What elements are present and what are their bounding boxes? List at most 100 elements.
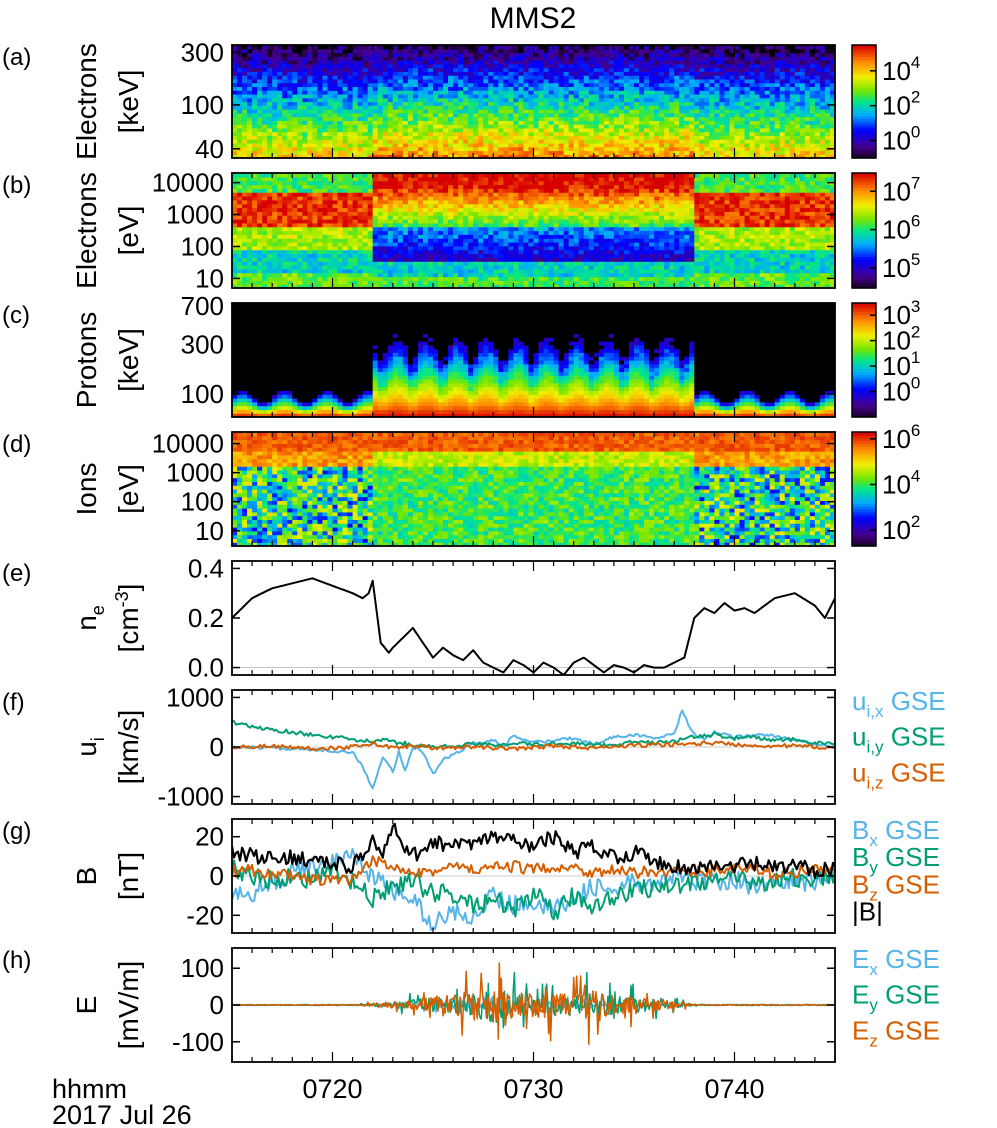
spectrogram-cell (352, 78, 359, 84)
spectrogram-cell (799, 116, 806, 121)
spectrogram-cell (392, 139, 399, 144)
spectrogram-cell (503, 82, 509, 88)
spectrogram-cell (498, 60, 504, 65)
spectrogram-cell (704, 116, 710, 121)
spectrogram-cell (337, 242, 344, 247)
spectrogram-cell (297, 280, 303, 285)
spectrogram-cell (307, 238, 314, 243)
spectrogram-cell (322, 196, 329, 201)
spectrogram-cell (262, 93, 268, 99)
spectrogram-cell (302, 105, 308, 110)
spectrogram-cell (412, 127, 419, 133)
spectrogram-cell (674, 75, 680, 80)
spectrogram-cell (312, 192, 319, 197)
spectrogram-cell (538, 97, 545, 103)
spectrogram-cell (578, 90, 585, 95)
spectrogram-cell (402, 109, 409, 114)
spectrogram-cell (402, 101, 409, 106)
spectrogram-cell (443, 105, 449, 110)
spectrogram-cell (488, 131, 494, 136)
spectrogram-cell (759, 142, 766, 148)
spectrogram-cell (498, 101, 504, 106)
spectrogram-cell (347, 78, 354, 84)
spectrogram-cell (262, 101, 268, 106)
spectrogram-cell (684, 71, 690, 76)
spectrogram-cell (307, 211, 314, 216)
spectrogram-cell (468, 120, 474, 125)
spectrogram-cell (553, 142, 560, 148)
spectrogram-cell (252, 176, 258, 182)
spectrogram-cell (779, 97, 786, 103)
spectrogram-cell (412, 82, 419, 88)
spectrogram-cell (367, 245, 374, 251)
spectrogram-cell (739, 90, 746, 95)
spectrogram-cell (397, 71, 404, 76)
spectrogram-cell (307, 261, 314, 266)
spectrogram-cell (302, 188, 308, 193)
spectrogram-cell (247, 261, 253, 266)
spectrogram-cell (302, 75, 308, 80)
spectrogram-cell (433, 219, 439, 224)
spectrogram-cell (317, 268, 324, 274)
spectrogram-cell (387, 196, 394, 201)
spectrogram-cell (367, 207, 374, 212)
spectrogram-cell (809, 90, 816, 95)
spectrogram-cell (402, 253, 409, 258)
spectrogram-cell (282, 90, 288, 95)
spectrogram-cell (352, 116, 359, 121)
spectrogram-cell (247, 101, 253, 106)
spectrogram-cell (262, 75, 268, 80)
spectrogram-cell (739, 82, 746, 88)
spectrogram-cell (749, 146, 756, 152)
spectrogram-cell (337, 56, 344, 61)
spectrogram-cell (342, 257, 349, 262)
spectrogram-cell (704, 78, 710, 84)
spectrogram-cell (468, 139, 474, 144)
spectrogram-cell (483, 82, 489, 88)
spectrogram-cell (352, 196, 359, 201)
spectrogram-cell (518, 105, 525, 110)
spectrogram-cell (664, 93, 670, 99)
spectrogram-cell (508, 135, 515, 140)
spectrogram-cell (372, 215, 379, 220)
spectrogram-cell (714, 109, 721, 114)
spectrogram-cell (412, 276, 419, 281)
spectrogram-cell (272, 139, 278, 144)
spectrogram-cell (483, 97, 489, 103)
spectrogram-cell (764, 142, 771, 148)
spectrogram-cell (553, 127, 560, 133)
spectrogram-cell (412, 280, 419, 285)
spectrogram-cell (764, 75, 771, 80)
spectrogram-cell (257, 60, 263, 65)
spectrogram-cell (794, 142, 801, 148)
spectrogram-cell (397, 116, 404, 121)
spectrogram-cell (814, 56, 821, 61)
spectrogram-cell (779, 131, 786, 136)
spectrogram-cell (367, 268, 374, 274)
spectrogram-cell (342, 211, 349, 216)
spectrogram-cell (347, 142, 354, 148)
spectrogram-cell (422, 116, 429, 121)
spectrogram-cell (287, 257, 293, 262)
spectrogram-cell (538, 131, 545, 136)
spectrogram-cell (764, 67, 771, 72)
spectrogram-cell (322, 207, 329, 212)
spectrogram-cell (377, 203, 384, 209)
spectrogram-cell (352, 207, 359, 212)
spectrogram-cell (714, 86, 721, 91)
spectrogram-cell (558, 101, 565, 106)
spectrogram-cell (553, 82, 560, 88)
spectrogram-cell (473, 93, 479, 99)
spectrogram-cell (729, 124, 736, 129)
spectrogram-cell (267, 86, 273, 91)
spectrogram-cell (488, 142, 494, 148)
spectrogram-cell (674, 71, 680, 76)
spectrogram-cell (312, 203, 319, 209)
spectrogram-cell (639, 142, 645, 148)
spectrogram-cell (639, 52, 645, 57)
spectrogram-cell (724, 82, 731, 88)
spectrogram-cell (402, 60, 409, 65)
spectrogram-cell (362, 219, 369, 224)
spectrogram-cell (382, 184, 389, 189)
spectrogram-cell (332, 245, 339, 251)
